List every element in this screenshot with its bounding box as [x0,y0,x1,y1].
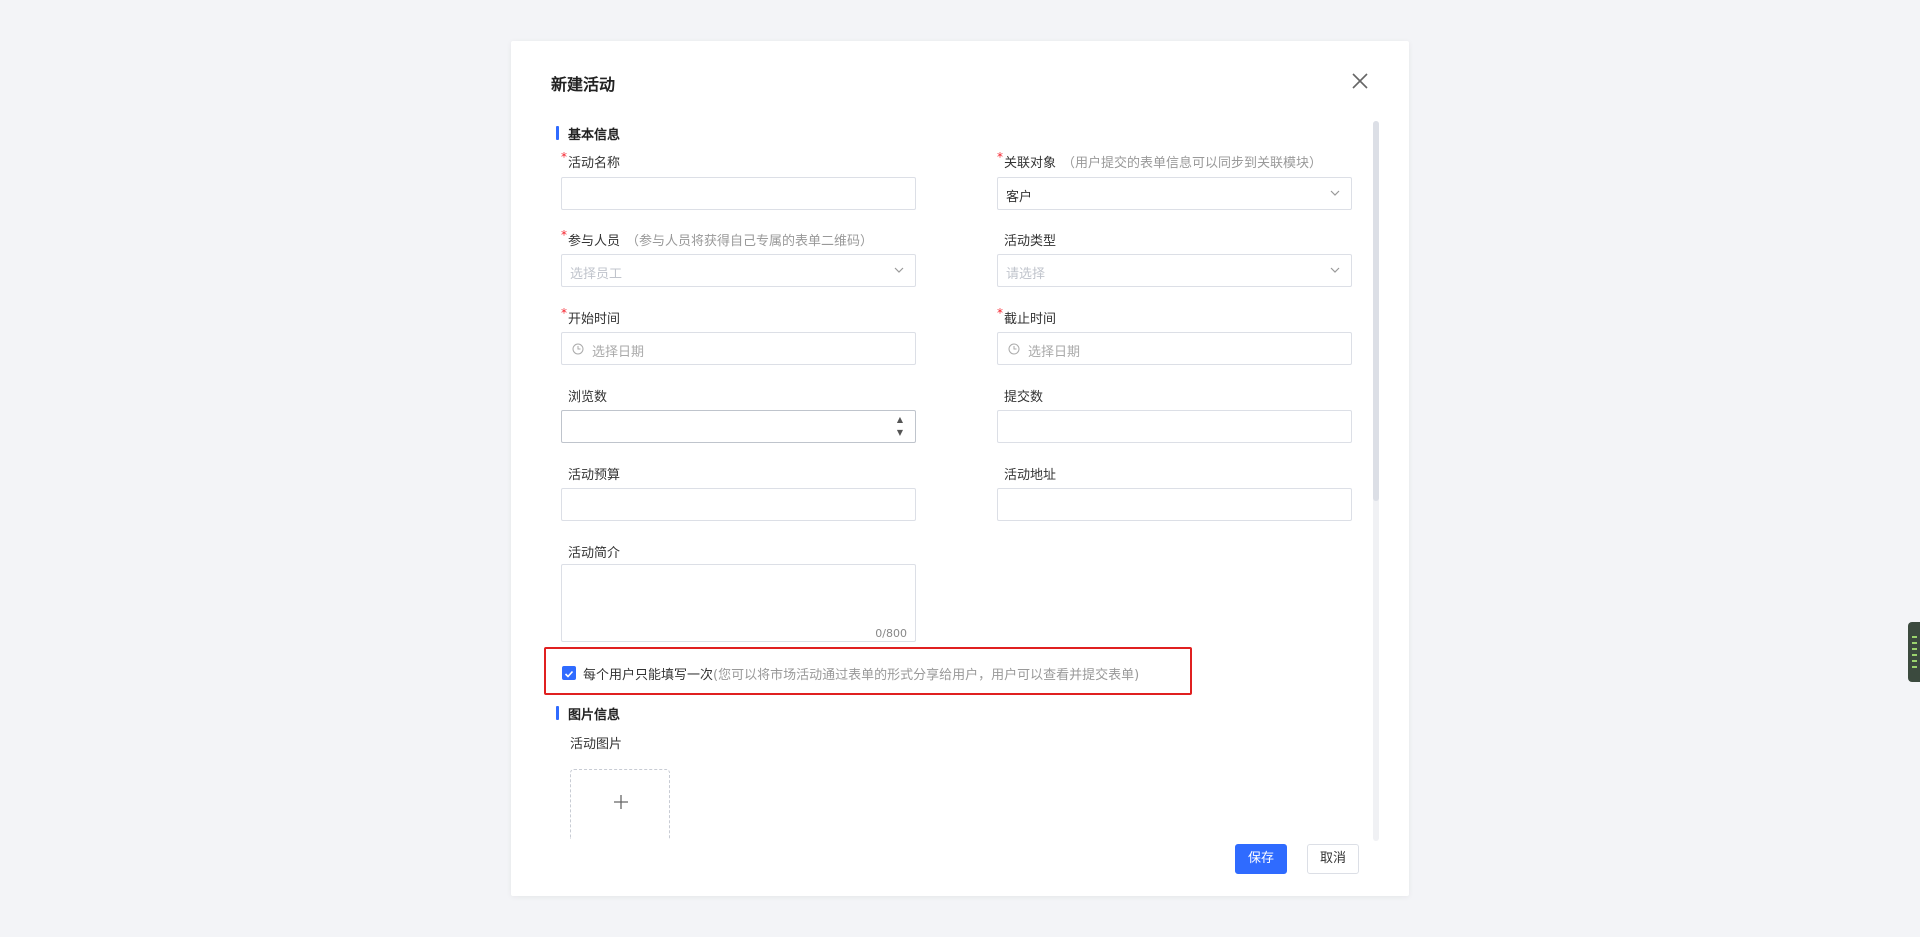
start-time-label: * 开始时间 [561,306,621,327]
once-per-user-checkbox[interactable] [562,666,576,680]
budget-input[interactable] [561,488,916,521]
end-time-picker[interactable]: 选择日期 [997,332,1352,365]
required-mark: * [561,228,567,242]
stepper-up-icon[interactable]: ▲ [893,413,907,426]
submissions-input[interactable] [997,410,1352,443]
stepper-down-icon[interactable]: ▼ [893,426,907,439]
start-time-placeholder: 选择日期 [592,345,645,360]
participants-placeholder: 选择员工 [570,267,623,282]
intro-label: 活动简介 [568,546,621,561]
cancel-button[interactable]: 取消 [1307,844,1359,874]
activity-type-placeholder: 请选择 [1006,267,1046,282]
number-stepper[interactable]: ▲ ▼ [893,413,907,440]
end-time-placeholder: 选择日期 [1028,345,1081,360]
views-number-input[interactable]: ▲ ▼ [561,410,916,443]
widget-bar [1912,642,1917,644]
intro-textarea[interactable]: 0/800 [561,564,916,642]
once-per-user-label[interactable]: 每个用户只能填写一次(您可以将市场活动通过表单的形式分享给用户，用户可以查看并提… [583,664,1139,683]
activity-name-label: * 活动名称 [561,150,621,171]
clock-icon [572,343,584,355]
related-object-value: 客户 [1006,190,1033,205]
activity-type-select[interactable]: 请选择 [997,254,1352,287]
activity-type-label: 活动类型 [1004,234,1057,249]
save-button[interactable]: 保存 [1235,844,1287,874]
end-time-label: * 截止时间 [997,306,1057,327]
dialog-title: 新建活动 [551,75,616,94]
clock-icon [1008,343,1020,355]
scrollbar-thumb[interactable] [1373,121,1379,501]
check-icon [564,670,574,678]
views-label: 浏览数 [568,390,608,405]
required-mark: * [997,306,1003,320]
close-icon[interactable] [1348,69,1372,93]
related-object-label: * 关联对象 （用户提交的表单信息可以同步到关联模块） [997,150,1323,171]
related-object-select[interactable]: 客户 [997,177,1352,210]
required-mark: * [561,150,567,164]
required-mark: * [997,150,1003,164]
address-input[interactable] [997,488,1352,521]
activity-name-input[interactable] [561,177,916,210]
char-counter: 0/800 [875,627,907,640]
side-widget-tab[interactable] [1908,622,1920,682]
widget-bar [1912,654,1917,656]
address-label: 活动地址 [1004,468,1057,483]
widget-bar [1912,660,1917,662]
widget-bar [1912,636,1917,638]
submissions-label: 提交数 [1004,390,1044,405]
widget-bar [1912,648,1917,650]
new-activity-dialog: 新建活动 基本信息 * 活动名称 * 关联对象 （用户提交的表单信息可以同步到关联模块… [511,41,1409,896]
budget-label: 活动预算 [568,468,621,483]
section-basic-info: 基本信息 [556,124,620,143]
plus-icon [613,794,629,810]
chevron-down-icon [1329,264,1341,276]
participants-select[interactable]: 选择员工 [561,254,916,287]
image-upload-area[interactable] [570,769,670,839]
chevron-down-icon [893,264,905,276]
section-image-info: 图片信息 [556,704,620,723]
participants-label: * 参与人员 （参与人员将获得自己专属的表单二维码） [561,228,874,249]
widget-bar [1912,666,1917,668]
activity-image-label: 活动图片 [570,737,623,752]
chevron-down-icon [1329,187,1341,199]
required-mark: * [561,306,567,320]
start-time-picker[interactable]: 选择日期 [561,332,916,365]
